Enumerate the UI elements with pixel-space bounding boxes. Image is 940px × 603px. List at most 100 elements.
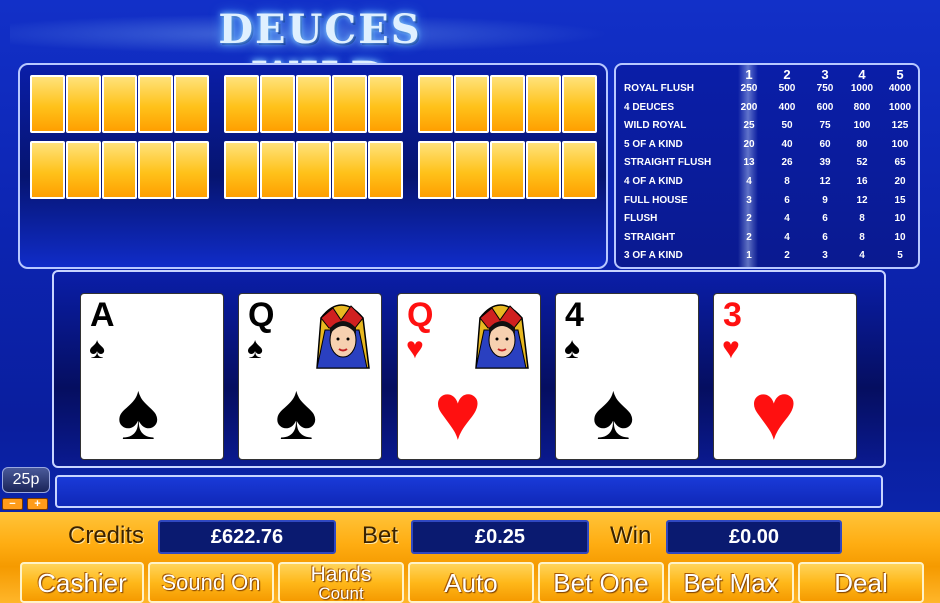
paytable-payout: 8	[859, 213, 865, 225]
paytable-payout: 12	[819, 176, 831, 187]
card-back	[224, 75, 259, 133]
paytable-payout: 60	[819, 138, 831, 150]
heart-icon: ♥	[434, 367, 482, 456]
paytable-payout: 16	[856, 176, 868, 187]
paytable-payout: 8	[784, 176, 790, 187]
paytable-payout: 20	[743, 138, 755, 150]
hands-count-sublabel: Count	[318, 584, 364, 603]
paytable-column-header: 4	[858, 67, 866, 82]
card-back	[526, 141, 561, 199]
paytable-payout: 3	[746, 194, 752, 206]
card-back	[296, 141, 331, 199]
paytable-payout: 4	[859, 250, 865, 262]
paytable-row: 3 OF A KIND 1 2 3 4 5	[616, 250, 918, 268]
paytable-payout: 39	[819, 157, 831, 169]
card-back	[454, 141, 489, 199]
paytable-row: FULL HOUSE 3 6 9 12 15	[616, 195, 918, 213]
card-back	[562, 75, 597, 133]
win-label: Win	[610, 522, 652, 549]
playing-card[interactable]: Q ♥ ♥	[397, 293, 541, 460]
mini-hand	[224, 141, 403, 199]
paytable-hand-name: STRAIGHT FLUSH	[624, 157, 712, 169]
sound-toggle-button[interactable]: Sound On	[148, 562, 274, 603]
paytable-payout: 4000	[888, 83, 912, 94]
credits-label: Credits	[68, 522, 145, 549]
spade-icon: ♠	[592, 367, 635, 456]
card-back	[296, 75, 331, 133]
queen-portrait-icon	[311, 298, 373, 370]
paytable-row: 4 OF A KIND 4 8 12 16 20	[616, 176, 918, 194]
card-back	[174, 141, 209, 199]
card-back	[102, 75, 137, 133]
card-back	[260, 141, 295, 199]
paytable-payout: 2	[784, 250, 790, 262]
hands-panel	[18, 63, 608, 269]
paytable-row: FLUSH 2 4 6 8 10	[616, 213, 918, 231]
paytable-payout: 20	[894, 176, 906, 187]
denomination-increase-button[interactable]: +	[27, 498, 48, 510]
hands-count-button[interactable]: Hands Count	[278, 562, 404, 603]
paytable-payout: 75	[819, 120, 831, 132]
mini-hand	[30, 141, 209, 199]
card-rank: Q	[407, 296, 434, 334]
spade-icon: ♠	[89, 332, 105, 365]
game-window: DEUCES WILD 12345 ROYAL FLUSH25050075010…	[0, 0, 940, 603]
message-bar	[55, 475, 883, 508]
playing-card[interactable]: 4 ♠ ♠	[555, 293, 699, 460]
win-value: £0.00	[666, 520, 842, 554]
card-back	[66, 75, 101, 133]
card-back	[174, 75, 209, 133]
paytable-payout: 800	[853, 101, 871, 113]
paytable-payout: 400	[778, 101, 796, 113]
card-back	[526, 75, 561, 133]
paytable-payout: 4	[784, 231, 790, 243]
auto-button[interactable]: Auto	[408, 562, 534, 603]
paytable-column-header: 3	[821, 67, 829, 82]
paytable-hand-name: 3 OF A KIND	[624, 250, 683, 262]
paytable-hand-name: ROYAL FLUSH	[624, 83, 695, 94]
credits-value: £622.76	[158, 520, 336, 554]
paytable-hand-name: STRAIGHT	[624, 231, 676, 243]
card-back	[30, 75, 65, 133]
card-back	[418, 75, 453, 133]
bet-label: Bet	[362, 522, 399, 549]
spade-icon: ♠	[564, 332, 580, 365]
paytable-payout: 52	[856, 157, 868, 169]
paytable-payout: 2	[746, 213, 752, 225]
paytable-hand-name: 4 DEUCES	[624, 101, 675, 113]
cashier-button[interactable]: Cashier	[20, 562, 144, 603]
paytable-payout: 1000	[888, 101, 912, 113]
heart-icon: ♥	[722, 332, 740, 365]
card-back	[454, 75, 489, 133]
paytable-payout: 40	[781, 138, 793, 150]
paytable-payout: 600	[816, 101, 834, 113]
playing-card[interactable]: Q ♠ ♠	[238, 293, 382, 460]
spade-icon: ♠	[247, 332, 263, 365]
paytable-payout: 80	[856, 138, 868, 150]
paytable-payout: 500	[778, 83, 796, 94]
card-back	[418, 141, 453, 199]
paytable-payout: 125	[891, 120, 909, 132]
card-back	[102, 141, 137, 199]
paytable-hand-name: 4 OF A KIND	[624, 176, 683, 187]
denomination-display: 25p	[2, 467, 50, 493]
bet-one-button[interactable]: Bet One	[538, 562, 664, 603]
denomination-decrease-button[interactable]: −	[2, 498, 23, 510]
paytable-column-header: 2	[783, 67, 791, 82]
paytable-payout: 10	[894, 213, 906, 225]
playing-card[interactable]: 3 ♥ ♥	[713, 293, 857, 460]
bet-value: £0.25	[411, 520, 589, 554]
card-back	[30, 141, 65, 199]
paytable-payout: 6	[784, 194, 790, 206]
bet-max-button[interactable]: Bet Max	[668, 562, 794, 603]
paytable-row: ROYAL FLUSH 250 500 750 1000 4000	[616, 83, 918, 101]
card-back	[138, 141, 173, 199]
playing-card[interactable]: A ♠ ♠	[80, 293, 224, 460]
card-back	[368, 75, 403, 133]
deal-button[interactable]: Deal	[798, 562, 924, 603]
mini-hand	[418, 141, 597, 199]
card-rank: Q	[248, 296, 275, 334]
paytable-payout: 8	[859, 231, 865, 243]
hands-count-label: Hands	[310, 563, 372, 586]
card-back	[66, 141, 101, 199]
